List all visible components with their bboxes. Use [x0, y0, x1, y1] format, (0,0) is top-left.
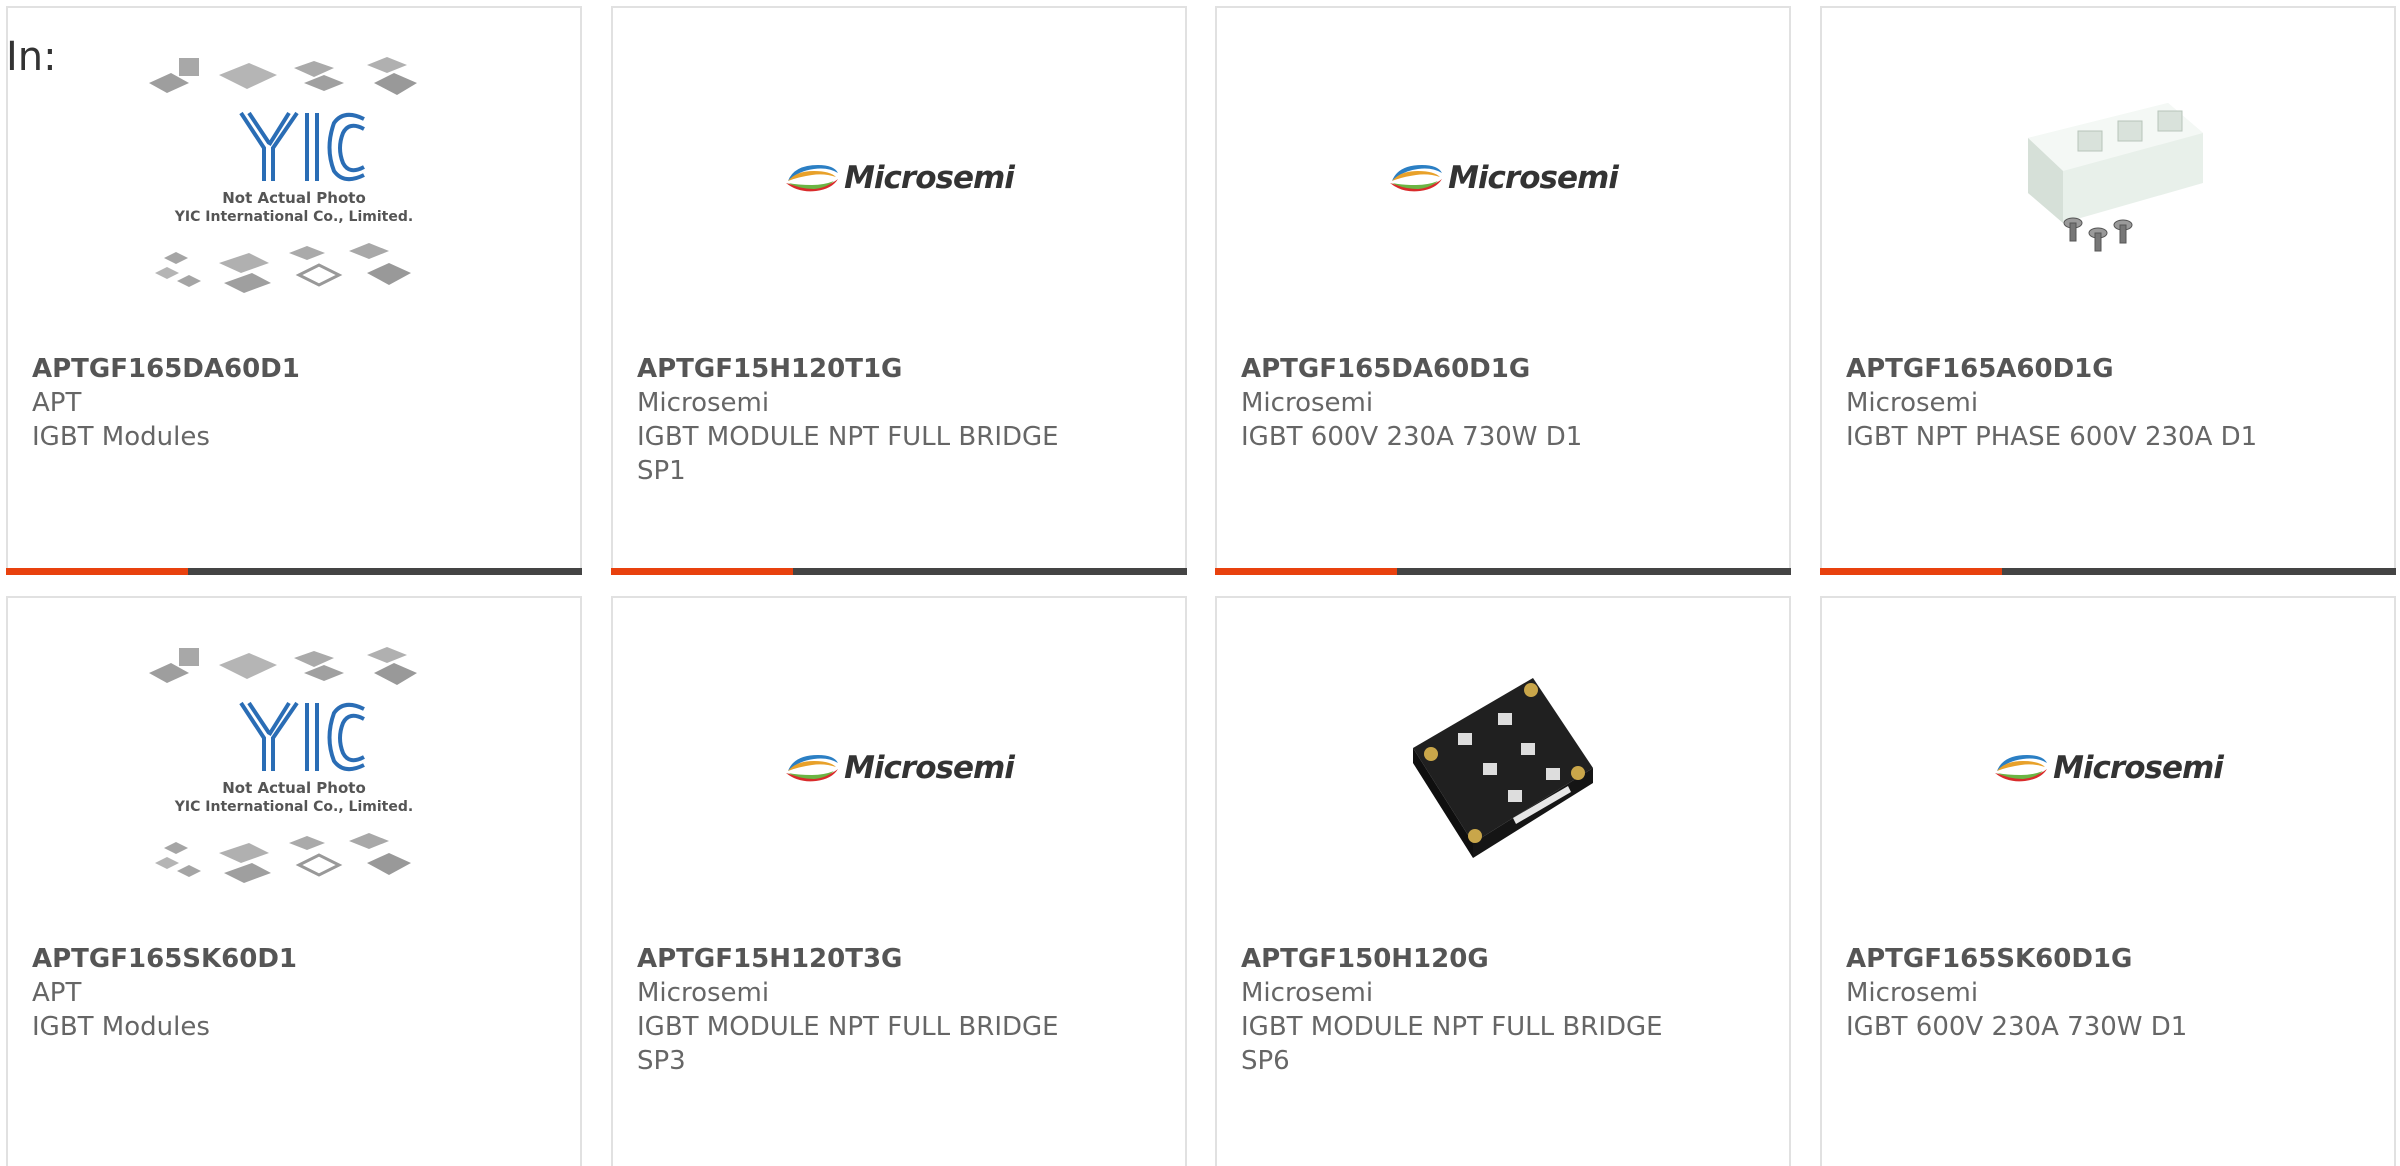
- part-number-link[interactable]: APTGF165DA60D1G: [1241, 352, 1765, 386]
- product-card[interactable]: APTGF165A60D1G Microsemi IGBT NPT PHASE 60…: [1820, 6, 2396, 575]
- microsemi-logo: Microsemi: [1388, 160, 1619, 196]
- product-description: IGBT Modules: [32, 1012, 210, 1042]
- microsemi-swirl-icon: [786, 165, 839, 192]
- product-description: IGBT NPT PHASE 600V 230A D1: [1846, 422, 2258, 452]
- part-number-link[interactable]: APTGF165A60D1G: [1846, 352, 2370, 386]
- product-description: IGBT MODULE NPT FULL BRIDGE SP6: [1241, 1012, 1663, 1076]
- product-description: IGBT Modules: [32, 422, 210, 452]
- product-card[interactable]: Microsemi APTGF15H120T1G Microsemi IGBT MO…: [611, 6, 1187, 575]
- yic-placeholder-image: Not Actual Photo YIC International Co., …: [149, 647, 417, 883]
- product-card[interactable]: Not Actual Photo YIC International Co., …: [6, 6, 582, 575]
- product-card[interactable]: APTGF150H120G Microsemi IGBT MODULE NPT FU…: [1215, 596, 1791, 1166]
- manufacturer: Microsemi: [1241, 388, 1374, 418]
- product-card[interactable]: Microsemi APTGF15H120T3G Microsemi IGBT MO…: [611, 596, 1187, 1166]
- product-info: APTGF15H120T1G Microsemi IGBT MODULE NPT F…: [637, 352, 1161, 488]
- part-number-link[interactable]: APTGF165DA60D1: [32, 352, 556, 386]
- product-info: APTGF165SK60D1G Microsemi IGBT 600V 230A 7…: [1846, 942, 2370, 1044]
- product-image[interactable]: Microsemi: [1822, 598, 2394, 938]
- svg-text:YIC International Co., Limited: YIC International Co., Limited.: [174, 209, 413, 225]
- svg-text:Not Actual Photo: Not Actual Photo: [222, 189, 366, 207]
- manufacturer: APT: [32, 388, 82, 418]
- product-card[interactable]: Microsemi APTGF165DA60D1G Microsemi IGBT 6…: [1215, 6, 1791, 575]
- product-image[interactable]: Not Actual Photo YIC International Co., …: [8, 8, 580, 348]
- product-info: APTGF165DA60D1G Microsemi IGBT 600V 230A 7…: [1241, 352, 1765, 454]
- product-info: APTGF15H120T3G Microsemi IGBT MODULE NPT F…: [637, 942, 1161, 1078]
- manufacturer: APT: [32, 978, 82, 1008]
- product-description: IGBT MODULE NPT FULL BRIDGE SP3: [637, 1012, 1059, 1076]
- card-bottom-bar: [1215, 568, 1791, 575]
- manufacturer: Microsemi: [637, 978, 770, 1008]
- product-info: APTGF165A60D1G Microsemi IGBT NPT PHASE 60…: [1846, 352, 2370, 454]
- manufacturer: Microsemi: [1846, 388, 1979, 418]
- manufacturer: Microsemi: [637, 388, 770, 418]
- product-image[interactable]: [1822, 8, 2394, 348]
- filter-label: In:: [6, 34, 57, 80]
- product-info: APTGF150H120G Microsemi IGBT MODULE NPT FU…: [1241, 942, 1765, 1078]
- card-accent-bar: [1215, 568, 1397, 575]
- microsemi-swirl-icon: [1390, 165, 1443, 192]
- igbt-module-black-photo: [1413, 678, 1593, 858]
- card-accent-bar: [611, 568, 793, 575]
- part-number-link[interactable]: APTGF165SK60D1G: [1846, 942, 2370, 976]
- product-image[interactable]: Microsemi: [1217, 8, 1789, 348]
- product-card[interactable]: Microsemi APTGF165SK60D1G Microsemi IGBT 6…: [1820, 596, 2396, 1166]
- card-accent-bar: [1820, 568, 2002, 575]
- yic-placeholder-image: Not Actual Photo YIC International Co., …: [149, 57, 417, 293]
- microsemi-logo: Microsemi: [784, 160, 1015, 196]
- card-bottom-bar: [6, 568, 582, 575]
- product-info: APTGF165SK60D1 APT IGBT Modules: [32, 942, 556, 1044]
- microsemi-logo: Microsemi: [1993, 750, 2224, 786]
- part-number-link[interactable]: APTGF165SK60D1: [32, 942, 556, 976]
- manufacturer: Microsemi: [1846, 978, 1979, 1008]
- microsemi-swirl-icon: [1995, 755, 2048, 782]
- svg-text:YIC International Co., Limited: YIC International Co., Limited.: [174, 799, 413, 815]
- product-image[interactable]: Not Actual Photo YIC International Co., …: [8, 598, 580, 938]
- microsemi-swirl-icon: [786, 755, 839, 782]
- igbt-module-white-photo: [2028, 103, 2203, 252]
- product-image[interactable]: [1217, 598, 1789, 938]
- manufacturer: Microsemi: [1241, 978, 1374, 1008]
- card-accent-bar: [6, 568, 188, 575]
- product-description: IGBT MODULE NPT FULL BRIDGE SP1: [637, 422, 1059, 486]
- product-description: IGBT 600V 230A 730W D1: [1846, 1012, 2188, 1042]
- card-bottom-bar: [1820, 568, 2396, 575]
- part-number-link[interactable]: APTGF15H120T3G: [637, 942, 1161, 976]
- part-number-link[interactable]: APTGF15H120T1G: [637, 352, 1161, 386]
- microsemi-logo: Microsemi: [784, 750, 1015, 786]
- product-card[interactable]: Not Actual Photo YIC International Co., …: [6, 596, 582, 1166]
- svg-text:Not Actual Photo: Not Actual Photo: [222, 779, 366, 797]
- product-info: APTGF165DA60D1 APT IGBT Modules: [32, 352, 556, 454]
- product-description: IGBT 600V 230A 730W D1: [1241, 422, 1583, 452]
- product-image[interactable]: Microsemi: [613, 8, 1185, 348]
- card-bottom-bar: [611, 568, 1187, 575]
- product-image[interactable]: Microsemi: [613, 598, 1185, 938]
- part-number-link[interactable]: APTGF150H120G: [1241, 942, 1765, 976]
